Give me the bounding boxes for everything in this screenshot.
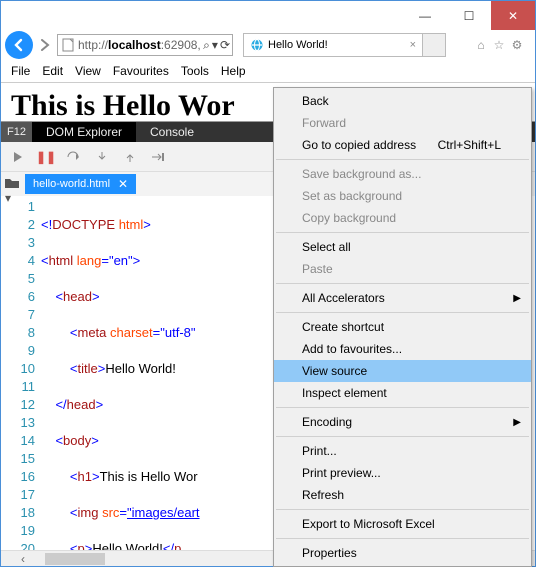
menu-edit[interactable]: Edit: [42, 64, 63, 78]
ctx-set-bg: Set as background: [274, 185, 531, 207]
settings-icon[interactable]: ⚙: [509, 38, 525, 52]
step-out-icon[interactable]: [121, 148, 139, 166]
submenu-arrow-icon: ▶: [513, 293, 521, 304]
scroll-thumb[interactable]: [45, 553, 105, 565]
ie-icon: [250, 38, 264, 52]
submenu-arrow-icon: ▶: [513, 417, 521, 428]
menu-file[interactable]: File: [11, 64, 30, 78]
line-gutter: 1234567891011121314151617181920: [1, 198, 41, 550]
ctx-add-favourites[interactable]: Add to favourites...: [274, 338, 531, 360]
ctx-properties[interactable]: Properties: [274, 542, 531, 564]
menu-tools[interactable]: Tools: [181, 64, 209, 78]
nav-bar: http://localhost:62908, ⌕ ▾ ⟳ Hello Worl…: [1, 30, 535, 60]
search-icon[interactable]: ⌕: [203, 38, 210, 53]
folder-icon[interactable]: ▾: [5, 176, 21, 192]
ctx-paste: Paste: [274, 258, 531, 280]
f12-badge: F12: [1, 122, 32, 142]
menu-bar: File Edit View Favourites Tools Help: [1, 60, 535, 82]
step-over-icon[interactable]: [65, 148, 83, 166]
ctx-separator: [276, 538, 529, 539]
ctx-export-excel[interactable]: Export to Microsoft Excel: [274, 513, 531, 535]
devtools-tab-console[interactable]: Console: [136, 122, 208, 142]
url-text: http://localhost:62908,: [78, 38, 203, 52]
menu-favourites[interactable]: Favourites: [113, 64, 169, 78]
ctx-separator: [276, 232, 529, 233]
pause-icon[interactable]: ❚❚: [37, 148, 55, 166]
window-titlebar: — ☐ ✕: [1, 1, 535, 30]
page-icon: [60, 37, 76, 53]
ctx-encoding[interactable]: Encoding▶: [274, 411, 531, 433]
ctx-print[interactable]: Print...: [274, 440, 531, 462]
maximize-button[interactable]: ☐: [447, 1, 491, 30]
address-bar[interactable]: http://localhost:62908, ⌕ ▾ ⟳: [57, 34, 233, 56]
scroll-left-icon[interactable]: ‹: [21, 552, 25, 566]
tab-strip: Hello World! ×: [243, 33, 471, 57]
browser-tab[interactable]: Hello World! ×: [243, 33, 423, 57]
ctx-separator: [276, 509, 529, 510]
file-tab-close-icon[interactable]: ✕: [118, 177, 128, 191]
ctx-separator: [276, 283, 529, 284]
close-button[interactable]: ✕: [491, 1, 535, 30]
ctx-separator: [276, 407, 529, 408]
favourites-icon[interactable]: ☆: [491, 38, 507, 52]
ctx-back[interactable]: Back: [274, 90, 531, 112]
menu-view[interactable]: View: [75, 64, 101, 78]
file-tab-label: hello-world.html: [33, 178, 110, 190]
ctx-save-bg: Save background as...: [274, 163, 531, 185]
ctx-refresh[interactable]: Refresh: [274, 484, 531, 506]
home-icon[interactable]: ⌂: [473, 38, 489, 52]
step-into-icon[interactable]: [93, 148, 111, 166]
url-dropdown-icon[interactable]: ▾: [212, 38, 218, 52]
ctx-forward: Forward: [274, 112, 531, 134]
new-tab-button[interactable]: [422, 33, 446, 57]
tab-title: Hello World!: [268, 39, 328, 51]
ctx-inspect[interactable]: Inspect element: [274, 382, 531, 404]
ctx-accelerators[interactable]: All Accelerators▶: [274, 287, 531, 309]
ctx-separator: [276, 312, 529, 313]
ctx-separator: [276, 159, 529, 160]
tab-close-icon[interactable]: ×: [410, 39, 416, 51]
devtools-tab-dom[interactable]: DOM Explorer: [32, 122, 136, 142]
play-icon[interactable]: [9, 148, 27, 166]
minimize-button[interactable]: —: [403, 1, 447, 30]
file-tab[interactable]: hello-world.html ✕: [25, 174, 136, 194]
break-all-icon[interactable]: [149, 148, 167, 166]
context-menu: Back Forward Go to copied addressCtrl+Sh…: [273, 87, 532, 567]
ctx-view-source[interactable]: View source: [274, 360, 531, 382]
ctx-copy-bg: Copy background: [274, 207, 531, 229]
ctx-separator: [276, 436, 529, 437]
ctx-select-all[interactable]: Select all: [274, 236, 531, 258]
ctx-goto-copied[interactable]: Go to copied addressCtrl+Shift+L: [274, 134, 531, 156]
forward-button[interactable]: [35, 31, 55, 59]
ctx-create-shortcut[interactable]: Create shortcut: [274, 316, 531, 338]
menu-help[interactable]: Help: [221, 64, 246, 78]
caption-icons: ⌂ ☆ ⚙: [473, 38, 531, 52]
back-button[interactable]: [5, 31, 33, 59]
refresh-icon[interactable]: ⟳: [220, 38, 230, 52]
ctx-print-preview[interactable]: Print preview...: [274, 462, 531, 484]
